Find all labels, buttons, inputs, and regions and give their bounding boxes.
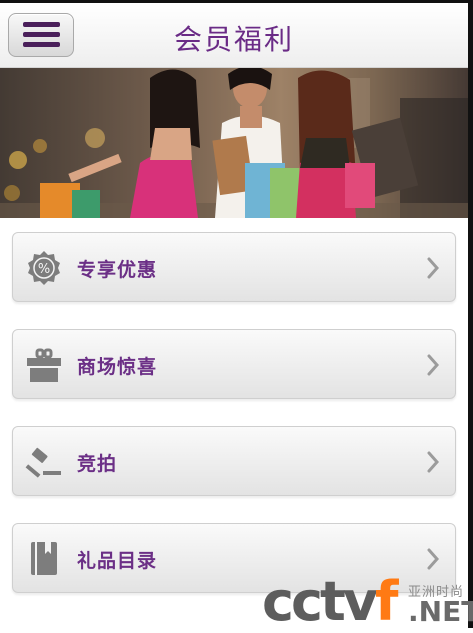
svg-text:%: % xyxy=(38,262,50,277)
watermark-domain: .NET xyxy=(408,595,473,628)
top-bar: 会员福利 xyxy=(0,0,468,68)
menu-item-label: 商场惊喜 xyxy=(77,356,158,378)
discount-badge-icon: % xyxy=(28,251,60,285)
menu-item-label: 礼品目录 xyxy=(77,550,158,572)
watermark-logo-text: cctvf xyxy=(262,570,398,633)
chevron-right-icon xyxy=(427,354,440,376)
menu-item-auction[interactable]: 竞拍 xyxy=(12,426,456,496)
auction-gavel-icon xyxy=(25,447,61,478)
menu-item-label: 竞拍 xyxy=(77,453,118,475)
menu-item-mall-surprises[interactable]: 商场惊喜 xyxy=(12,329,456,399)
chevron-right-icon xyxy=(427,257,440,279)
menu-item-exclusive-offers[interactable]: % 专享优惠 xyxy=(12,232,456,302)
promo-banner-image xyxy=(0,68,468,218)
page-title: 会员福利 xyxy=(173,23,294,56)
gift-box-icon xyxy=(27,348,61,382)
window-edge xyxy=(468,0,473,628)
menu-item-label: 专享优惠 xyxy=(77,259,158,281)
watermark-logo: cctvf 亚洲时尚 .NET xyxy=(262,570,473,633)
catalog-book-icon xyxy=(31,542,57,575)
chevron-right-icon xyxy=(427,548,440,570)
chevron-right-icon xyxy=(427,451,440,473)
